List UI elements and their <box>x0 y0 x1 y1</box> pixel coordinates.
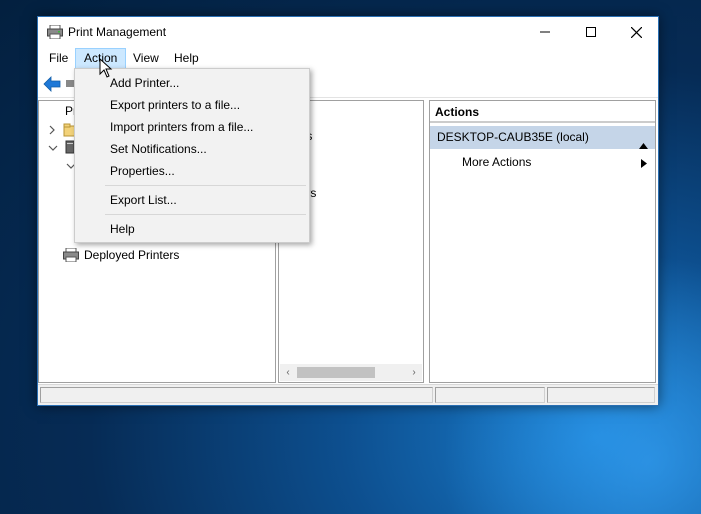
scroll-left-icon[interactable]: ‹ <box>280 364 296 381</box>
scroll-thumb[interactable] <box>297 367 375 378</box>
horizontal-scrollbar[interactable]: ‹ › <box>280 364 422 381</box>
back-arrow-icon[interactable] <box>43 76 61 95</box>
menu-item-export-printers[interactable]: Export printers to a file... <box>76 94 308 116</box>
print-management-icon <box>47 24 63 40</box>
menu-file[interactable]: File <box>41 48 76 69</box>
menu-view[interactable]: View <box>125 48 167 69</box>
submenu-arrow-icon[interactable] <box>641 157 647 171</box>
menu-item-help[interactable]: Help <box>76 218 308 240</box>
collapse-up-icon[interactable] <box>639 134 648 157</box>
chevron-down-icon[interactable] <box>47 141 63 155</box>
tree-item-deployed-printers[interactable]: Deployed Printers <box>63 246 179 264</box>
menu-item-properties[interactable]: Properties... <box>76 160 308 182</box>
menu-separator <box>105 185 306 186</box>
forward-button[interactable] <box>66 80 74 87</box>
status-segment <box>40 387 433 403</box>
scroll-right-icon[interactable]: › <box>406 364 422 381</box>
printer-icon <box>63 247 79 263</box>
status-bar <box>38 384 658 405</box>
minimize-button[interactable] <box>522 17 568 47</box>
menu-item-set-notifications[interactable]: Set Notifications... <box>76 138 308 160</box>
maximize-button[interactable] <box>568 17 614 47</box>
actions-header: Actions <box>430 101 655 123</box>
menu-item-import-printers[interactable]: Import printers from a file... <box>76 116 308 138</box>
menu-bar: File Action View Help <box>38 48 658 69</box>
status-segment <box>547 387 655 403</box>
tree-item-label: Deployed Printers <box>84 248 180 262</box>
window-title: Print Management <box>68 25 167 39</box>
menu-item-export-list[interactable]: Export List... <box>76 189 308 211</box>
actions-group-label: DESKTOP-CAUB35E (local) <box>437 130 589 144</box>
actions-group-header[interactable]: DESKTOP-CAUB35E (local) <box>430 126 655 149</box>
action-menu-dropdown: Add Printer... Export printers to a file… <box>74 68 310 243</box>
close-button[interactable] <box>613 17 659 47</box>
mouse-cursor-icon <box>99 57 113 81</box>
chevron-right-icon[interactable] <box>47 123 63 137</box>
status-segment <box>435 387 545 403</box>
menu-separator <box>105 214 306 215</box>
actions-pane: Actions DESKTOP-CAUB35E (local) More Act… <box>429 100 656 383</box>
more-actions-item[interactable]: More Actions <box>462 152 531 172</box>
title-bar[interactable]: Print Management <box>38 17 658 47</box>
menu-help[interactable]: Help <box>166 48 207 69</box>
